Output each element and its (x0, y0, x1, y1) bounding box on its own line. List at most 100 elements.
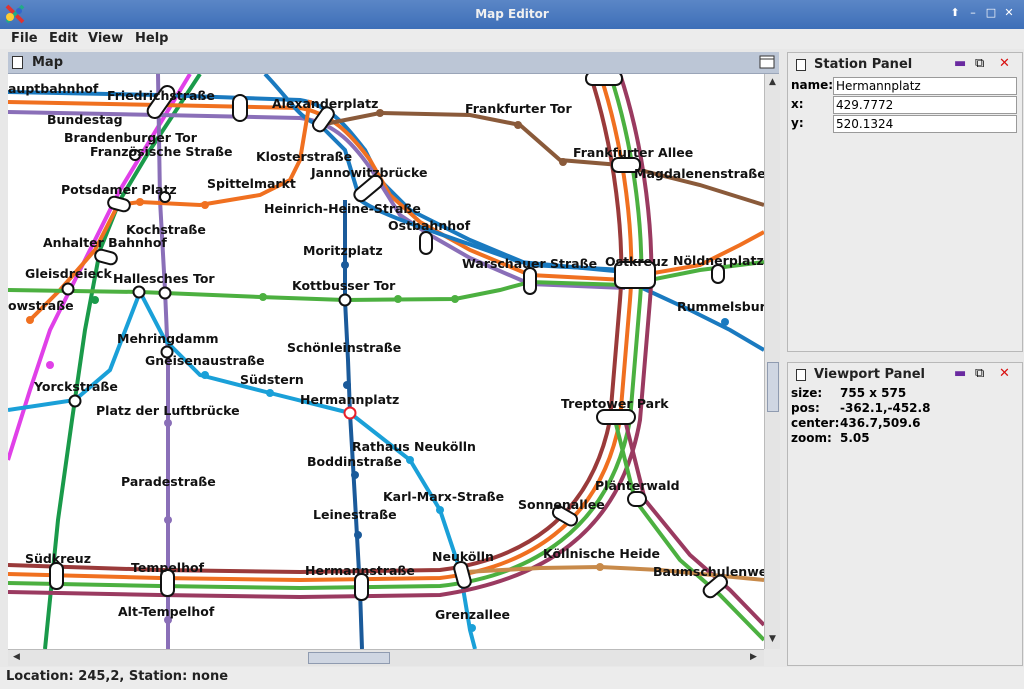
station-label[interactable]: Karl-Marx-Straße (383, 489, 504, 504)
menu-file[interactable]: File (11, 31, 38, 46)
station-label[interactable]: Friedrichstraße (107, 88, 215, 103)
menu-bar: File Edit View Help (0, 29, 1024, 49)
station-label[interactable]: Baumschulenwe (653, 564, 764, 579)
close-window-icon[interactable]: ✕ (1002, 6, 1016, 20)
station-label[interactable]: Boddinstraße (307, 454, 402, 469)
minimize-icon[interactable]: – (966, 6, 980, 20)
maximize-icon[interactable]: □ (984, 6, 998, 20)
station-label[interactable]: Plänterwald (595, 478, 680, 493)
station-x-field[interactable]: 429.7772 (833, 96, 1017, 114)
transit-map[interactable]: auptbahnhof Friedrichstraße Alexanderpla… (8, 74, 764, 649)
menu-help[interactable]: Help (135, 31, 168, 46)
station-label[interactable]: Südstern (240, 372, 304, 387)
panel-minimize-icon[interactable]: ▬ (954, 366, 966, 381)
station-label[interactable]: Bundestag (47, 112, 123, 127)
vertical-scrollbar[interactable]: ▲ ▼ (764, 74, 780, 649)
horizontal-scroll-thumb[interactable] (308, 652, 390, 664)
panel-close-icon[interactable]: ✕ (999, 366, 1010, 381)
station-label[interactable]: Kottbusser Tor (292, 278, 396, 293)
scroll-up-icon[interactable]: ▲ (766, 76, 779, 89)
station-label[interactable]: Hermannstraße (305, 563, 415, 578)
station-label[interactable]: auptbahnhof (8, 81, 99, 96)
zoom-label: zoom: (791, 431, 832, 445)
pos-label: pos: (791, 401, 820, 415)
size-label: size: (791, 386, 823, 400)
station-label[interactable]: Alt-Tempelhof (118, 604, 215, 619)
station-label[interactable]: Frankfurter Tor (465, 101, 572, 116)
station-label[interactable]: Mehringdamm (117, 331, 219, 346)
menu-edit[interactable]: Edit (49, 31, 78, 46)
pos-value: -362.1,-452.8 (840, 401, 931, 415)
y-label: y: (791, 116, 804, 130)
station-label[interactable]: Hallesches Tor (113, 271, 215, 286)
station-label[interactable]: Brandenburger Tor (64, 130, 198, 145)
menu-view[interactable]: View (88, 31, 123, 46)
station-label[interactable]: Hermannplatz (300, 392, 399, 407)
station-label[interactable]: Grenzallee (435, 607, 510, 622)
station-label[interactable]: Köllnische Heide (543, 546, 660, 561)
x-label: x: (791, 97, 804, 111)
station-label[interactable]: Südkreuz (25, 551, 91, 566)
document-icon (796, 369, 806, 381)
station-label[interactable]: Neukölln (432, 549, 494, 564)
station-label[interactable]: Spittelmarkt (207, 176, 296, 191)
name-label: name: (791, 78, 834, 92)
document-icon (796, 59, 806, 71)
station-panel-title: Station Panel (814, 57, 913, 72)
station-label[interactable]: Treptower Park (561, 396, 669, 411)
panel-undock-icon[interactable]: ⧉ (975, 366, 984, 381)
station-label[interactable]: Moritzplatz (303, 243, 383, 258)
zoom-value: 5.05 (840, 431, 870, 445)
station-label[interactable]: Yorckstraße (33, 379, 118, 394)
status-bar: Location: 245,2, Station: none (0, 667, 1024, 689)
map-panel-title: Map (32, 55, 64, 70)
scroll-left-icon[interactable]: ◀ (10, 651, 23, 664)
station-label[interactable]: Klosterstraße (256, 149, 352, 164)
panel-close-icon[interactable]: ✕ (999, 56, 1010, 71)
selected-station-marker (343, 406, 357, 420)
station-label[interactable]: Sonnenallee (518, 497, 605, 512)
station-label[interactable]: Ostkreuz (605, 254, 668, 269)
window-restore-icon[interactable] (759, 55, 775, 69)
station-label[interactable]: Gleisdreieck (25, 266, 113, 281)
station-label[interactable]: Nöldnerplatz (673, 253, 764, 268)
station-label[interactable]: Anhalter Bahnhof (43, 235, 167, 250)
viewport-panel: Viewport Panel ▬ ⧉ ✕ size: 755 x 575 pos… (787, 362, 1023, 666)
station-label[interactable]: Jannowitzbrücke (310, 165, 427, 180)
status-text: Location: 245,2, Station: none (6, 669, 229, 684)
window-up-icon[interactable]: ⬆ (948, 6, 962, 20)
station-y-field[interactable]: 520.1324 (833, 115, 1017, 133)
station-label[interactable]: Ostbahnhof (388, 218, 471, 233)
station-label[interactable]: Platz der Luftbrücke (96, 403, 240, 418)
station-name-field[interactable]: Hermannplatz (833, 77, 1017, 95)
station-label[interactable]: Alexanderplatz (272, 96, 378, 111)
station-label[interactable]: Heinrich-Heine-Straße (264, 201, 421, 216)
scroll-right-icon[interactable]: ▶ (747, 651, 760, 664)
station-label[interactable]: Frankfurter Allee (573, 145, 693, 160)
map-panel-header: Map (8, 52, 779, 74)
map-canvas[interactable]: auptbahnhof Friedrichstraße Alexanderpla… (8, 74, 764, 649)
station-label[interactable]: Potsdamer Platz (61, 182, 177, 197)
horizontal-scrollbar[interactable]: ◀ ▶ (8, 649, 764, 666)
station-label[interactable]: Warschauer Straße (462, 256, 597, 271)
title-bar: Map Editor ⬆ – □ ✕ (0, 0, 1024, 29)
station-label[interactable]: Magdalenenstraße (634, 166, 764, 181)
station-label[interactable]: Gneisenaustraße (145, 353, 265, 368)
station-label[interactable]: Französische Straße (90, 144, 232, 159)
station-label[interactable]: owstraße (8, 298, 74, 313)
station-label[interactable]: Rummelsbur (677, 299, 764, 314)
station-label[interactable]: Rathaus Neukölln (352, 439, 476, 454)
station-label[interactable]: Paradestraße (121, 474, 216, 489)
panel-undock-icon[interactable]: ⧉ (975, 56, 984, 71)
station-label[interactable]: Tempelhof (131, 560, 205, 575)
scroll-down-icon[interactable]: ▼ (766, 633, 779, 646)
station-label[interactable]: Schönleinstraße (287, 340, 401, 355)
panel-minimize-icon[interactable]: ▬ (954, 56, 966, 71)
viewport-panel-title: Viewport Panel (814, 367, 925, 382)
center-value: 436.7,509.6 (840, 416, 921, 430)
window-title: Map Editor (475, 7, 549, 21)
vertical-scroll-thumb[interactable] (767, 362, 779, 412)
station-label[interactable]: Leinestraße (313, 507, 397, 522)
size-value: 755 x 575 (840, 386, 907, 400)
station-panel: Station Panel ▬ ⧉ ✕ name: Hermannplatz x… (787, 52, 1023, 352)
